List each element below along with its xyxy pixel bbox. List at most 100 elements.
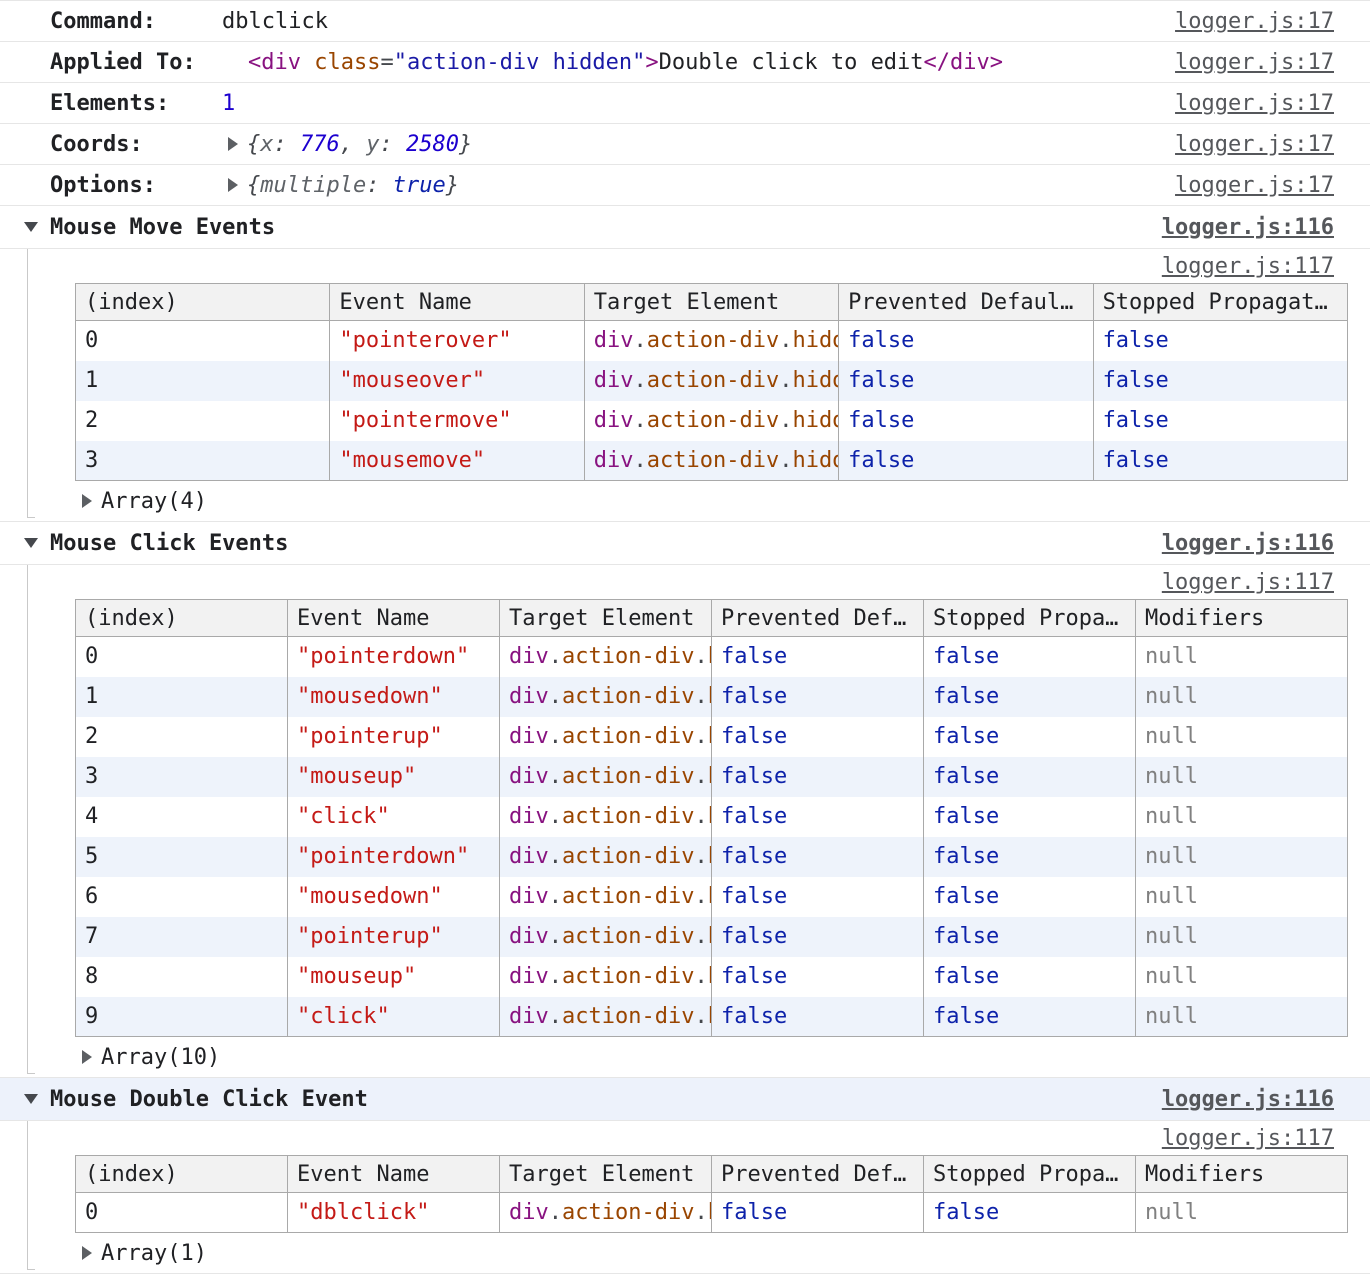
token-tag: </div> [924, 50, 1003, 75]
group-header[interactable]: Mouse Double Click Eventlogger.js:116 [0, 1078, 1370, 1121]
token-punct: } [446, 173, 459, 198]
cell-event-name: "dblclick" [288, 1193, 500, 1233]
cell-event-name: "mousedown" [288, 677, 500, 717]
table-header-cell[interactable]: Stopped Propa… [924, 600, 1136, 637]
source-link[interactable]: logger.js:17 [1175, 50, 1334, 75]
collapse-triangle-icon[interactable] [24, 1094, 38, 1104]
source-link[interactable]: logger.js:116 [1162, 215, 1334, 240]
token-plain: dblclick [222, 9, 328, 34]
token-punct: { [247, 173, 260, 198]
expand-triangle-icon[interactable] [228, 137, 238, 151]
console-message-row-elements: Elements:1logger.js:17 [0, 83, 1370, 124]
table-header-cell[interactable]: (index) [76, 1156, 288, 1193]
collapse-triangle-icon[interactable] [24, 222, 38, 232]
token-punct: . [549, 724, 562, 749]
cell-prevented-default: false [712, 797, 924, 837]
source-link[interactable]: logger.js:17 [1175, 132, 1334, 157]
table-row: 3"mouseup"div.action-div.hiddenfalsefals… [76, 757, 1348, 797]
message-value: dblclick [222, 9, 328, 34]
cell-modifiers: null [1136, 757, 1348, 797]
source-link[interactable]: logger.js:116 [1162, 1087, 1334, 1112]
message-label: Command: [50, 9, 222, 34]
group-body: logger.js:117 (index)Event NameTarget Ele… [0, 1121, 1370, 1274]
token-punct: : [274, 132, 301, 157]
table-header-cell[interactable]: Event Name [288, 600, 500, 637]
table-head: (index)Event NameTarget ElementPrevented… [76, 284, 1348, 321]
array-expander-label[interactable]: Array(4) [101, 489, 207, 514]
token-punct: . [779, 448, 792, 473]
token-attr: class [314, 50, 380, 75]
cell-prevented-default: false [712, 757, 924, 797]
token-plain: Double click to edit [659, 50, 924, 75]
cell-target-element: div.action-div.hidden [584, 321, 838, 361]
table-header-cell[interactable]: (index) [76, 600, 288, 637]
token-class: action-div [562, 884, 694, 909]
table-message-source-row: logger.js:117 [0, 249, 1370, 283]
table-header-cell[interactable]: Event Name [288, 1156, 500, 1193]
group-indent-guide [27, 1121, 35, 1270]
cell-index: 3 [76, 441, 330, 481]
table-header-cell[interactable]: Target Element [500, 1156, 712, 1193]
token-punct: . [634, 448, 647, 473]
source-link[interactable]: logger.js:17 [1175, 91, 1334, 116]
message-label: Elements: [50, 91, 222, 116]
table-header-cell[interactable]: Modifiers [1136, 1156, 1348, 1193]
table-header-row: (index)Event NameTarget ElementPrevented… [76, 1156, 1348, 1193]
cell-target-element: div.action-div.hidden [500, 637, 712, 677]
cell-event-name: "click" [288, 797, 500, 837]
table-row: 6"mousedown"div.action-div.hiddenfalsefa… [76, 877, 1348, 917]
cell-modifiers: null [1136, 717, 1348, 757]
array-expander-label[interactable]: Array(10) [101, 1045, 220, 1070]
table-header-cell[interactable]: Stopped Propa… [924, 1156, 1136, 1193]
expand-triangle-icon[interactable] [82, 1246, 92, 1260]
table-row: 7"pointerup"div.action-div.hiddenfalsefa… [76, 917, 1348, 957]
table-header-cell[interactable]: Target Element [584, 284, 838, 321]
group-header[interactable]: Mouse Click Eventslogger.js:116 [0, 522, 1370, 565]
table-header-cell[interactable]: Prevented Def… [712, 600, 924, 637]
token-class: action-div [562, 724, 694, 749]
cell-stopped-propagation: false [924, 797, 1136, 837]
table-header-cell[interactable]: Modifiers [1136, 600, 1348, 637]
cell-event-name: "pointerdown" [288, 837, 500, 877]
token-punct: . [549, 1004, 562, 1029]
token-punct: . [549, 684, 562, 709]
expand-triangle-icon[interactable] [228, 178, 238, 192]
token-tag: div [509, 804, 549, 829]
cell-index: 8 [76, 957, 288, 997]
cell-target-element: div.action-div.hidden [500, 677, 712, 717]
cell-event-name: "pointerup" [288, 717, 500, 757]
token-class: hidden [792, 448, 838, 473]
source-link[interactable]: logger.js:17 [1175, 173, 1334, 198]
cell-modifiers: null [1136, 957, 1348, 997]
token-punct: : [366, 173, 393, 198]
array-expander-label[interactable]: Array(1) [101, 1241, 207, 1266]
collapse-triangle-icon[interactable] [24, 538, 38, 548]
table-header-cell[interactable]: Event Name [330, 284, 584, 321]
group-body: logger.js:117 (index)Event NameTarget Ele… [0, 565, 1370, 1078]
expand-triangle-icon[interactable] [82, 1050, 92, 1064]
devtools-console: Command:dblclicklogger.js:17Applied To:<… [0, 0, 1370, 1274]
token-bool: true [393, 173, 446, 198]
array-expander-row: Array(10) [0, 1037, 1370, 1077]
token-tag: div [594, 448, 634, 473]
token-tag: div [509, 724, 549, 749]
token-num: 2580 [406, 132, 459, 157]
token-class: action-div [562, 804, 694, 829]
message-value: <div class="action-div hidden">Double cl… [222, 50, 1003, 75]
source-link[interactable]: logger.js:117 [1162, 570, 1334, 595]
cell-index: 4 [76, 797, 288, 837]
table-header-cell[interactable]: Prevented Def… [712, 1156, 924, 1193]
expand-triangle-icon[interactable] [82, 494, 92, 508]
source-link[interactable]: logger.js:117 [1162, 1126, 1334, 1151]
table-header-cell[interactable]: Prevented Defaul… [839, 284, 1093, 321]
group-header[interactable]: Mouse Move Eventslogger.js:116 [0, 206, 1370, 249]
table-header-cell[interactable]: Target Element [500, 600, 712, 637]
table-header-cell[interactable]: (index) [76, 284, 330, 321]
token-class: action-div [562, 1200, 694, 1225]
cell-target-element: div.action-div.hidden [584, 441, 838, 481]
source-link[interactable]: logger.js:116 [1162, 531, 1334, 556]
source-link[interactable]: logger.js:117 [1162, 254, 1334, 279]
table-header-cell[interactable]: Stopped Propagat… [1093, 284, 1347, 321]
token-punct: . [779, 408, 792, 433]
source-link[interactable]: logger.js:17 [1175, 9, 1334, 34]
